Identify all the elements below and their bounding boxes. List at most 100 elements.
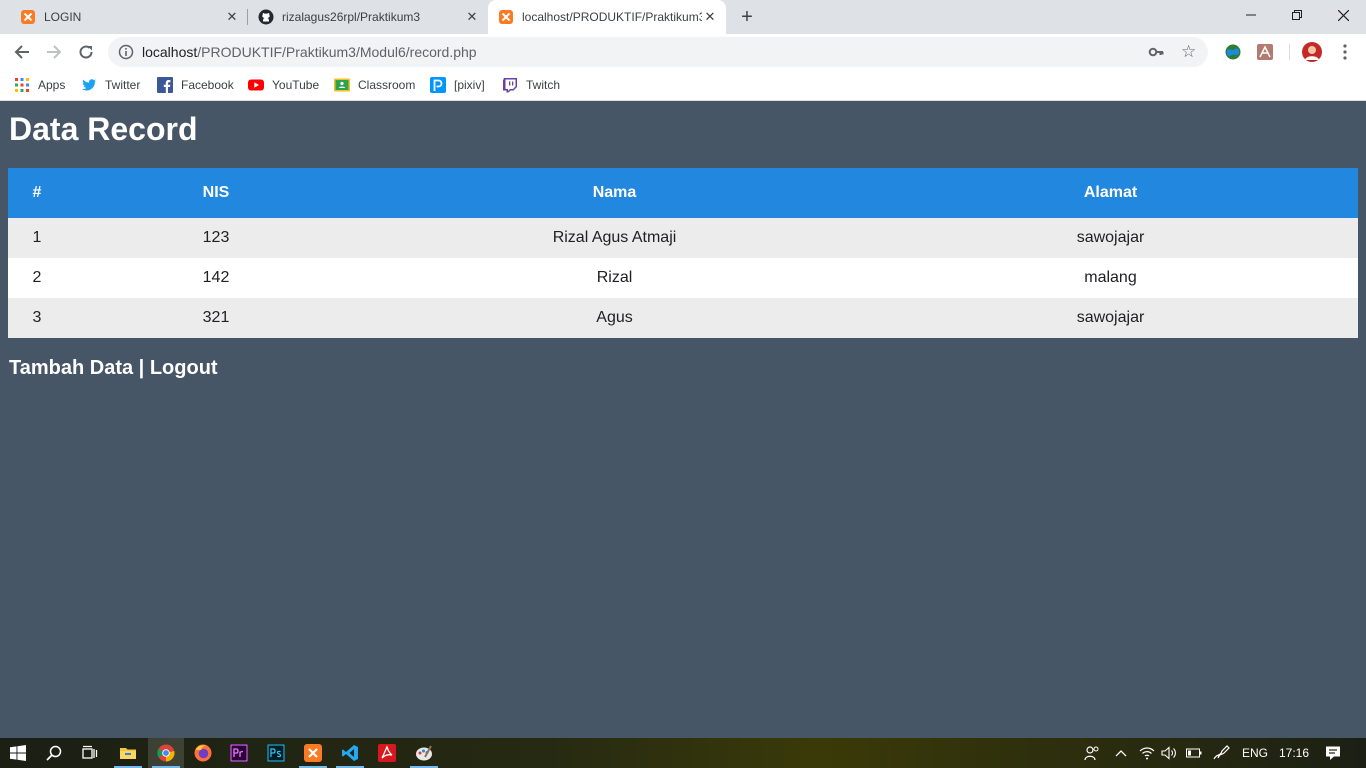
bookmark-apps[interactable]: Apps [14,76,65,94]
xampp-icon [21,10,35,24]
page-title: Data Record [9,111,198,147]
cell-number: 2 [8,258,66,298]
forward-icon[interactable] [42,40,66,64]
table-row: 2 142 Rizal malang [8,258,1358,298]
url-host: localhost [142,44,198,60]
tab-title: LOGIN [44,10,82,24]
photoshop-icon[interactable] [258,738,294,768]
bookmark-label: Twitter [105,78,141,92]
windows-start-icon[interactable] [0,738,36,768]
cell-number: 1 [8,218,66,258]
tab-login[interactable]: LOGIN ✕ [0,0,248,34]
tab-close-icon[interactable]: ✕ [464,9,480,25]
cell-nis: 123 [66,218,366,258]
clock[interactable]: 17:16 [1276,738,1312,768]
premiere-pro-icon[interactable] [221,738,257,768]
volume-icon[interactable] [1159,738,1179,768]
bookmark-label: Apps [38,78,66,92]
action-links: Tambah Data | Logout [9,357,218,380]
url-text[interactable]: localhost/PRODUKTIF/Praktikum3/Modul6/re… [142,44,477,60]
tab-close-icon[interactable]: ✕ [224,9,240,25]
bookmark-label: [pixiv] [454,78,485,92]
people-icon[interactable] [1082,738,1102,768]
cell-nama: Rizal Agus Atmaji [366,218,863,258]
tab-title: localhost/PRODUKTIF/Praktikum3 [522,10,702,24]
bookmark-label: Facebook [181,78,234,92]
record-table: # NIS Nama Alamat 1 123 Rizal Agus Atmaj… [8,168,1358,338]
apps-grid-icon [15,78,29,92]
key-icon[interactable] [1148,44,1164,60]
restore-icon[interactable] [1274,0,1320,30]
pdf-extension-icon[interactable] [1256,43,1274,61]
column-header-number: # [8,168,66,218]
new-tab-icon[interactable]: + [737,7,757,27]
github-icon [258,9,274,25]
bookmark-label: Classroom [358,78,416,92]
url-path: /PRODUKTIF/Praktikum3/Modul6/record.php [197,44,477,60]
search-icon[interactable] [36,738,72,768]
vscode-icon[interactable] [332,738,368,768]
cell-nama: Rizal [366,258,863,298]
twitch-icon [503,78,517,93]
tab-strip: LOGIN ✕ rizalagus26rpl/Praktikum3 ✕ loca… [0,0,1366,34]
back-icon[interactable] [10,40,34,64]
bookmark-star-icon[interactable]: ☆ [1181,42,1196,62]
cell-alamat: malang [863,258,1358,298]
info-icon[interactable] [118,44,134,60]
bookmark-youtube[interactable]: YouTube [248,76,319,94]
bookmark-facebook[interactable]: Facebook [157,76,234,94]
notification-icon[interactable] [1318,738,1348,768]
tambah-data-link[interactable]: Tambah Data [9,357,133,379]
pixiv-icon [430,77,446,93]
tab-record[interactable]: localhost/PRODUKTIF/Praktikum3 ✕ [488,0,726,34]
bookmark-twitch[interactable]: Twitch [502,76,560,94]
column-header-alamat: Alamat [863,168,1358,218]
address-bar[interactable]: localhost/PRODUKTIF/Praktikum3/Modul6/re… [108,37,1208,67]
minimize-icon[interactable] [1228,0,1274,30]
cell-nis: 142 [66,258,366,298]
toolbar-divider [1289,44,1290,60]
table-row: 1 123 Rizal Agus Atmaji sawojajar [8,218,1358,258]
column-header-nama: Nama [366,168,863,218]
menu-dots-icon[interactable] [1333,40,1357,64]
cell-alamat: sawojajar [863,218,1358,258]
wifi-icon[interactable] [1137,738,1157,768]
cell-nama: Agus [366,298,863,338]
logout-link[interactable]: Logout [150,357,218,379]
acrobat-icon[interactable] [369,738,405,768]
task-view-icon[interactable] [72,738,108,768]
close-window-icon[interactable] [1320,0,1366,30]
firefox-icon[interactable] [185,738,221,768]
bookmark-pixiv[interactable]: [pixiv] [430,76,485,94]
battery-icon[interactable] [1183,738,1205,768]
table-header-row: # NIS Nama Alamat [8,168,1358,218]
reload-icon[interactable] [74,40,98,64]
language-indicator[interactable]: ENG [1237,738,1273,768]
xampp-icon[interactable] [295,738,331,768]
facebook-icon [157,77,173,93]
taskbar: ENG 17:16 [0,738,1366,768]
page-content: Data Record # NIS Nama Alamat 1 123 Riza… [0,101,1366,738]
bookmark-twitter[interactable]: Twitter [81,76,140,94]
paint-icon[interactable] [406,738,442,768]
table-row: 3 321 Agus sawojajar [8,298,1358,338]
globe-extension-icon[interactable] [1224,43,1242,61]
bookmark-label: YouTube [272,78,320,92]
tab-github[interactable]: rizalagus26rpl/Praktikum3 ✕ [248,0,488,34]
chrome-icon[interactable] [148,738,184,768]
xampp-icon [499,10,513,24]
tab-title: rizalagus26rpl/Praktikum3 [282,10,421,24]
chevron-up-icon[interactable] [1112,738,1130,768]
bookmark-classroom[interactable]: Classroom [334,76,415,94]
tab-close-icon[interactable]: ✕ [702,9,718,25]
profile-avatar-icon[interactable] [1302,42,1322,62]
twitter-icon [82,79,96,91]
cell-nis: 321 [66,298,366,338]
classroom-icon [334,78,350,92]
cell-number: 3 [8,298,66,338]
browser-toolbar: localhost/PRODUKTIF/Praktikum3/Modul6/re… [0,34,1366,70]
pen-workspace-icon[interactable] [1209,738,1233,768]
bookmark-label: Twitch [526,78,561,92]
file-explorer-icon[interactable] [110,738,146,768]
link-separator: | [133,357,150,379]
